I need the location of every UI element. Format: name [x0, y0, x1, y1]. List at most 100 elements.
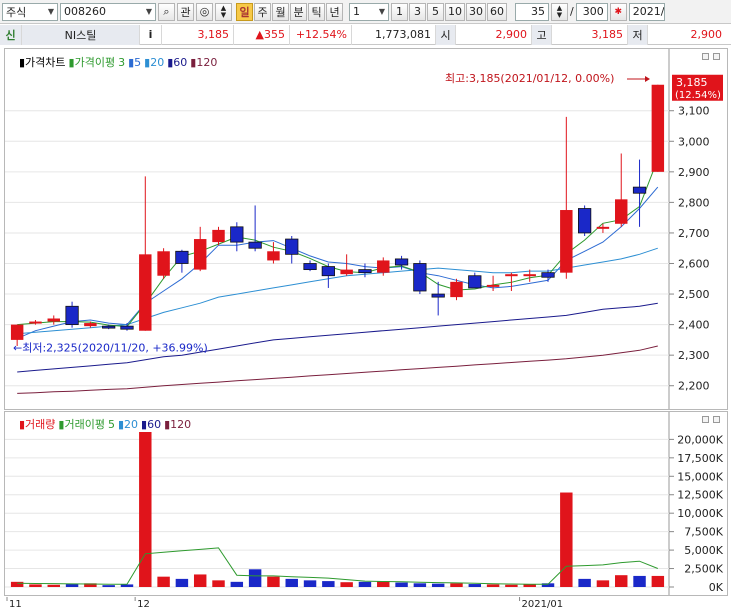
price-tick-label: 3,000	[678, 135, 710, 148]
volume-legend-item[interactable]: 5	[108, 418, 115, 431]
high-label: 고	[532, 24, 552, 45]
candle-body	[84, 323, 97, 327]
volume-bar	[615, 575, 628, 587]
minimize-icon[interactable]	[702, 416, 709, 423]
period-tab-2[interactable]: 월	[272, 2, 289, 21]
candle-body	[615, 199, 628, 224]
candle-body	[321, 266, 335, 277]
minimize-icon[interactable]	[702, 53, 709, 60]
volume-tick-label: 20,000K	[677, 433, 723, 446]
stock-name: NI스틸	[22, 24, 140, 45]
price-legend-item[interactable]: ▮가격이평	[69, 54, 116, 70]
volume-legend-item[interactable]: ▮60	[141, 418, 161, 431]
x-axis: 11 12 2021/01	[6, 597, 563, 609]
volume-bar	[285, 578, 298, 587]
volume-bar	[596, 580, 610, 587]
stock-code-value: 008260	[64, 5, 106, 18]
candle-body	[193, 239, 207, 270]
period-tab-4[interactable]: 틱	[308, 2, 325, 21]
candle-body	[102, 325, 116, 329]
interest-button[interactable]: 관	[177, 2, 194, 21]
candle-body	[175, 250, 189, 264]
candle-body	[10, 324, 24, 340]
minute-button-3[interactable]: 3	[409, 2, 426, 21]
volume-tick-label: 17,500K	[677, 452, 723, 465]
x-tick-label: 11	[9, 599, 22, 609]
high-note: 최고:3,185(2021/01/12, 0.00%)	[445, 72, 614, 85]
total-input[interactable]: 300	[575, 2, 608, 21]
volume-bar	[230, 581, 244, 587]
current-price: 3,185	[162, 24, 234, 45]
candle-body	[413, 263, 427, 292]
volume-legend: ▮거래량 ▮거래이평 5 ▮20 ▮60 ▮120	[19, 416, 191, 432]
price-legend-item[interactable]: 3	[118, 56, 125, 69]
refresh-button[interactable]: ◎	[196, 2, 213, 21]
close-icon[interactable]	[713, 416, 720, 423]
minute-button-1[interactable]: 1	[391, 2, 408, 21]
volume-bar	[29, 584, 42, 587]
count-stepper[interactable]: ▲ ▼	[551, 2, 568, 21]
period-tab-5[interactable]: 년	[326, 2, 343, 21]
chevron-down-icon: ▼	[378, 7, 385, 16]
volume-tick-label: 15,000K	[677, 470, 723, 483]
period-tab-1[interactable]: 주	[254, 2, 271, 21]
count-input-value: 35	[531, 5, 545, 18]
candle-body	[541, 272, 555, 278]
settings-button[interactable]: ✱	[609, 2, 627, 21]
volume-bar	[175, 578, 189, 587]
search-button[interactable]: ⌕	[158, 2, 175, 21]
minute-button-60[interactable]: 60	[487, 2, 507, 21]
price-tick-label: 2,900	[678, 166, 710, 179]
candle-body	[486, 284, 500, 287]
price-legend-item[interactable]: ▮5	[128, 56, 141, 69]
price-change: ▲355	[234, 24, 290, 45]
volume-legend-item[interactable]: ▮20	[118, 418, 138, 431]
price-legend-item[interactable]: ▮60	[167, 56, 187, 69]
last-price-label: 3,185	[676, 76, 708, 89]
volume-legend-item[interactable]: ▮거래이평	[58, 416, 105, 432]
volume-legend-item[interactable]: ▮120	[164, 418, 191, 431]
price-tick-label: 2,200	[678, 380, 710, 393]
volume-bar	[10, 581, 24, 587]
minute-button-5[interactable]: 5	[427, 2, 444, 21]
candle-body	[468, 275, 482, 289]
new-badge: 신	[0, 24, 22, 45]
low-label: 저	[628, 24, 648, 45]
stock-code-input[interactable]: 008260 ▼	[60, 2, 156, 21]
volume-bar	[486, 584, 500, 587]
info-button[interactable]: i	[140, 24, 162, 45]
period-tab-0[interactable]: 일	[236, 2, 253, 21]
updown-stepper[interactable]: ▲ ▼	[215, 2, 232, 21]
volume-chart-panel[interactable]: ▮거래량 ▮거래이평 5 ▮20 ▮60 ▮120 20,000K 17,500K 15,00…	[4, 411, 728, 596]
market-select[interactable]: 주식 ▼	[2, 2, 58, 21]
price-chart-panel[interactable]: ▮가격차트 ▮가격이평 3 ▮5 ▮20 ▮60 ▮120 3,100 3,000 2,900 2…	[4, 48, 728, 410]
candle-body	[29, 321, 42, 324]
candle-body	[596, 226, 610, 229]
candle-body	[523, 274, 536, 277]
candle-body	[267, 251, 280, 261]
volume-bar	[65, 584, 79, 587]
candle-body	[651, 84, 665, 172]
period-tab-3[interactable]: 분	[290, 2, 307, 21]
volume-bar	[651, 575, 665, 587]
price-legend-item[interactable]: ▮20	[144, 56, 164, 69]
volume-tick-label: 0K	[709, 581, 724, 594]
close-icon[interactable]	[713, 53, 720, 60]
price-tick-label: 2,800	[678, 196, 710, 209]
chevron-down-icon: ▼	[145, 7, 152, 16]
price-legend: ▮가격차트 ▮가격이평 3 ▮5 ▮20 ▮60 ▮120	[19, 54, 217, 70]
candle-body	[358, 269, 372, 274]
date-input[interactable]: 2021/	[628, 2, 665, 21]
minute-button-10[interactable]: 10	[445, 2, 465, 21]
minute-button-30[interactable]: 30	[466, 2, 486, 21]
price-tick-label: 3,100	[678, 105, 710, 118]
chevron-down-icon: ▼	[556, 10, 563, 19]
price-legend-item[interactable]: ▮120	[190, 56, 217, 69]
price-legend-item[interactable]: ▮가격차트	[19, 54, 66, 70]
interval-select[interactable]: 1 ▼	[349, 2, 389, 21]
volume-bar	[560, 492, 573, 587]
volume-legend-item[interactable]: ▮거래량	[19, 416, 55, 432]
count-input[interactable]: 35	[515, 2, 549, 21]
candle-body	[212, 229, 225, 243]
change-rate: +12.54%	[290, 24, 352, 45]
